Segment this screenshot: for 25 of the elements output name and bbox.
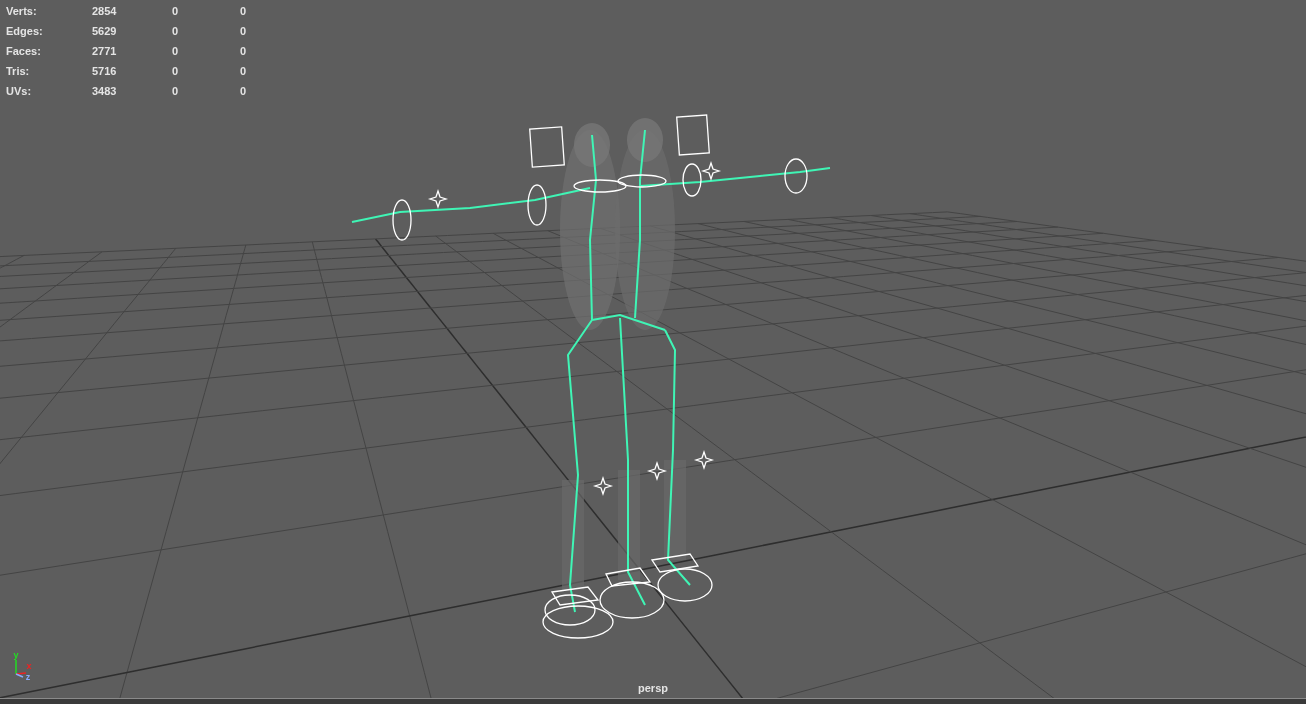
stat-value: 0	[240, 24, 248, 39]
axis-gizmo-icon	[15, 659, 27, 678]
stat-label: Edges:	[6, 24, 44, 39]
axis-label: z	[25, 672, 31, 682]
stat-value: 3483	[92, 84, 118, 99]
stat-value: 0	[172, 4, 180, 19]
stat-value: 0	[240, 44, 248, 59]
stat-label: UVs:	[6, 84, 33, 99]
axis-label: x	[26, 661, 32, 671]
stat-value: 5716	[92, 64, 118, 79]
stat-label: Faces:	[6, 44, 42, 59]
stat-label: Verts:	[6, 4, 38, 19]
stat-value: 5629	[92, 24, 118, 39]
stat-value: 0	[240, 84, 248, 99]
stat-value: 2854	[92, 4, 118, 19]
axis-label: y	[13, 650, 19, 660]
stat-value: 0	[240, 64, 248, 79]
stat-value: 2771	[92, 44, 118, 59]
stat-label: Tris:	[6, 64, 31, 79]
stat-value: 0	[172, 64, 180, 79]
stat-value: 0	[240, 4, 248, 19]
stat-value: 0	[172, 44, 180, 59]
stat-value: 0	[172, 84, 180, 99]
stat-value: 0	[172, 24, 180, 39]
camera-label: persp	[638, 681, 668, 696]
